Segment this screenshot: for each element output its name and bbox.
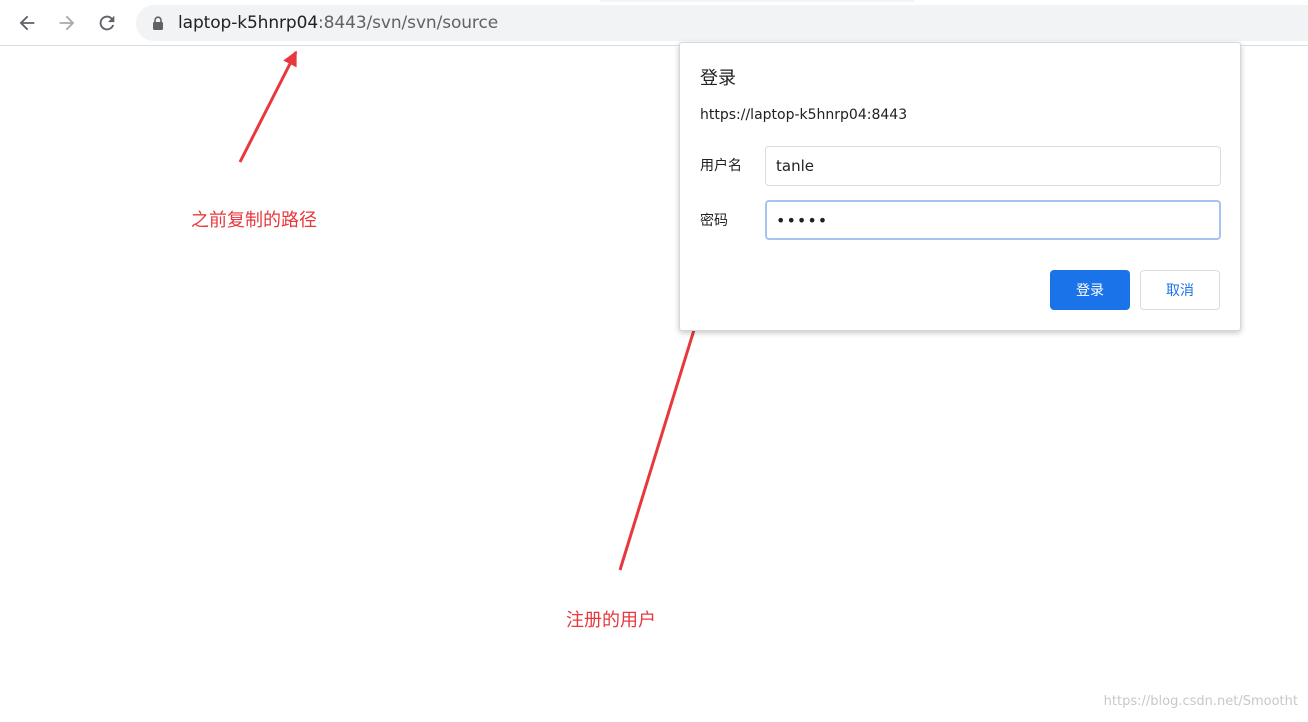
back-button[interactable] xyxy=(11,7,43,39)
password-input[interactable]: ••••• xyxy=(765,200,1221,240)
arrow-right-icon xyxy=(59,15,75,31)
reload-button[interactable] xyxy=(91,7,123,39)
url-annotation-note: 之前复制的路径 xyxy=(191,210,317,231)
url-path: :8443/svn/svn/source xyxy=(318,13,499,33)
tab-strip-fragment xyxy=(600,0,914,2)
arrow-left-icon xyxy=(19,15,35,31)
url-host: laptop-k5hnrp04 xyxy=(178,13,319,33)
url-annotation-arrow xyxy=(238,50,298,163)
dialog-origin: https://laptop-k5hnrp04:8443 xyxy=(700,107,908,123)
lock-icon xyxy=(150,15,166,31)
username-input[interactable] xyxy=(765,146,1221,186)
watermark: https://blog.csdn.net/Smootht xyxy=(1103,694,1298,709)
address-url[interactable]: laptop-k5hnrp04:8443/svn/svn/source xyxy=(178,12,498,34)
login-button[interactable]: 登录 xyxy=(1050,270,1130,310)
username-label: 用户名 xyxy=(700,158,742,174)
reload-icon xyxy=(99,15,115,31)
login-dialog: 登录 https://laptop-k5hnrp04:8443 用户名 密码 •… xyxy=(679,42,1241,331)
password-label: 密码 xyxy=(700,213,728,229)
forward-button[interactable] xyxy=(51,7,83,39)
dialog-title: 登录 xyxy=(700,68,736,89)
cancel-button[interactable]: 取消 xyxy=(1140,270,1220,310)
browser-toolbar: laptop-k5hnrp04:8443/svn/svn/source xyxy=(0,0,1308,46)
address-bar[interactable]: laptop-k5hnrp04:8443/svn/svn/source xyxy=(136,5,1308,41)
user-annotation-note: 注册的用户 xyxy=(566,610,656,631)
